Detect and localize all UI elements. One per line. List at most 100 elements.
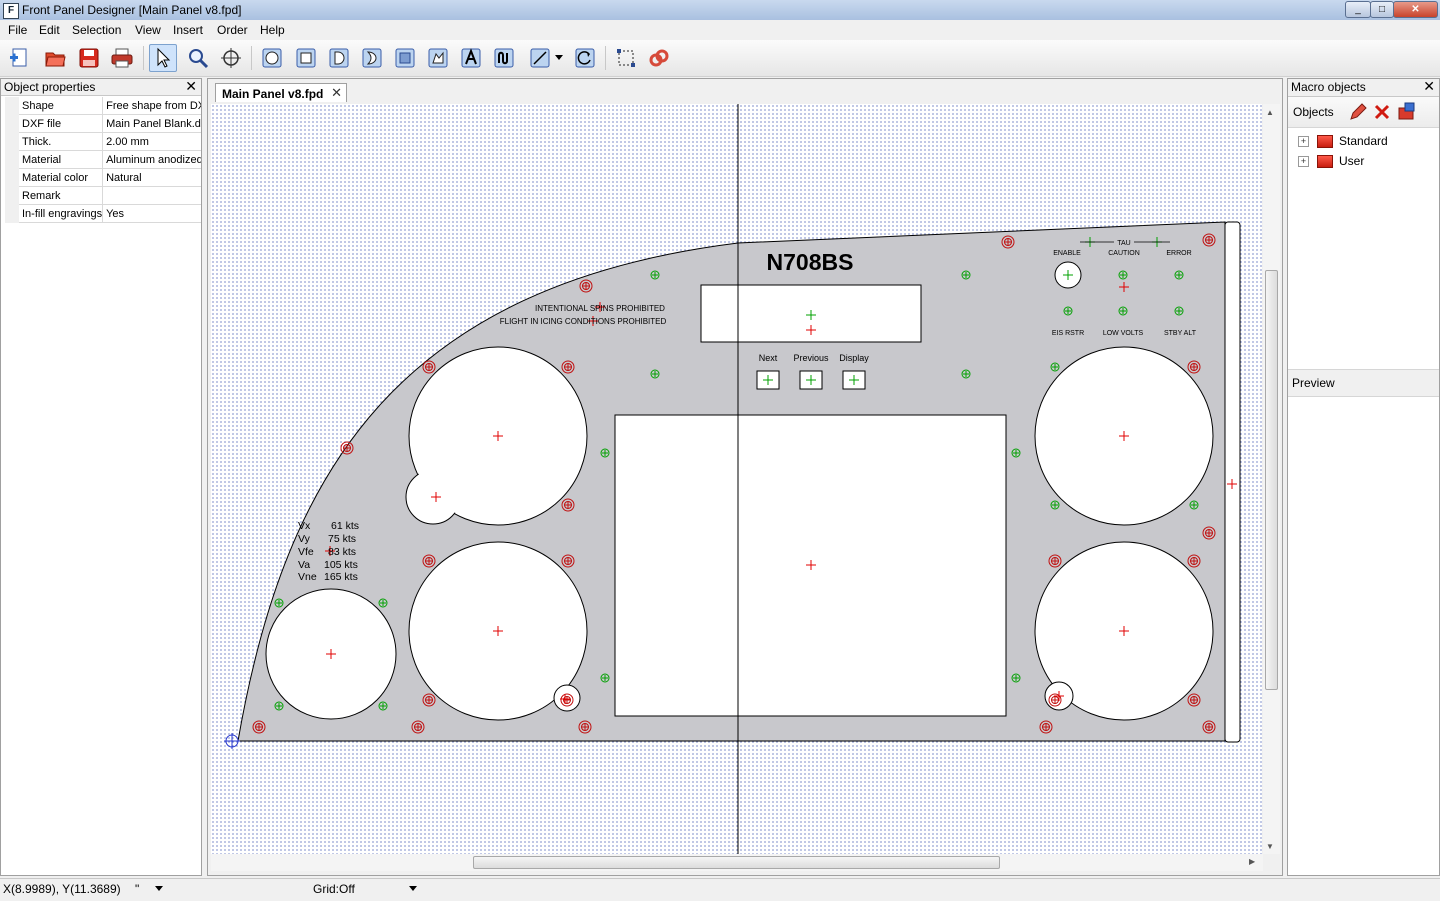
menu-order[interactable]: Order	[217, 23, 248, 37]
mount-marker	[1011, 673, 1021, 683]
tree-item-standard[interactable]: + Standard	[1298, 132, 1388, 150]
expand-icon[interactable]: +	[1298, 155, 1309, 167]
square-pocket-icon[interactable]	[391, 44, 419, 72]
menu-bar: File Edit Selection View Insert Order He…	[0, 20, 1440, 39]
mount-marker	[961, 369, 971, 379]
bounding-box-icon[interactable]	[612, 44, 640, 72]
property-value[interactable]: Natural	[102, 168, 201, 187]
grid-select[interactable]: Grid:Off	[313, 882, 355, 896]
origin-marker	[224, 733, 240, 749]
horizontal-scroll-thumb[interactable]	[473, 856, 1000, 869]
drawing-canvas[interactable]: N708BS INTENTIONAL SPINS PROHIBITED FLIG…	[211, 104, 1262, 854]
speed-value: 61 kts	[331, 520, 359, 532]
add-object-icon[interactable]	[1396, 102, 1416, 125]
d-hole-icon[interactable]	[325, 44, 353, 72]
property-value[interactable]: Yes	[102, 204, 201, 223]
rect-square-hole-icon[interactable]	[292, 44, 320, 72]
close-icon[interactable]: ✕	[331, 85, 342, 101]
speed-value: 165 kts	[324, 571, 358, 583]
scroll-right-icon[interactable]: ▶	[1249, 857, 1255, 866]
double-d-hole-icon[interactable]	[358, 44, 386, 72]
mount-marker	[650, 270, 660, 280]
dropdown-arrow-icon[interactable]	[552, 44, 566, 72]
preview-label: Preview	[1292, 376, 1335, 390]
property-row[interactable]: Thick. 2.00 mm	[5, 132, 201, 151]
print-icon[interactable]	[108, 44, 136, 72]
delete-icon[interactable]	[1372, 102, 1392, 125]
mount-marker	[600, 673, 610, 683]
zoom-icon[interactable]	[184, 44, 212, 72]
scroll-up-icon[interactable]: ▲	[1266, 108, 1274, 117]
warning-text-1: INTENTIONAL SPINS PROHIBITED	[535, 304, 665, 313]
property-value[interactable]: Free shape from DX	[102, 97, 201, 115]
property-value[interactable]: 2.00 mm	[102, 132, 201, 151]
object-properties-panel: Object properties ✕ Shape Free shape from…	[0, 78, 202, 876]
select-arrow-icon[interactable]	[149, 44, 177, 72]
menu-file[interactable]: File	[8, 23, 27, 37]
curve-text-icon[interactable]	[490, 44, 518, 72]
mount-marker	[1174, 270, 1184, 280]
display-label: Display	[839, 353, 869, 363]
edit-pencil-icon[interactable]	[1348, 102, 1368, 125]
status-bar: X(8.9989), Y(11.3689) " Grid:Off	[0, 878, 1440, 901]
grid-dropdown-icon[interactable]	[409, 886, 417, 891]
scroll-down-icon[interactable]: ▼	[1266, 842, 1274, 851]
error-label: ERROR	[1166, 250, 1191, 257]
open-folder-icon[interactable]	[41, 44, 69, 72]
tree-item-user[interactable]: + User	[1298, 152, 1364, 170]
property-value[interactable]	[102, 186, 201, 205]
menu-view[interactable]: View	[135, 23, 161, 37]
save-icon[interactable]	[75, 44, 103, 72]
document-tab[interactable]: Main Panel v8.fpd ✕	[215, 83, 347, 102]
close-icon[interactable]: ✕	[185, 78, 197, 95]
eis-rstr-label: EIS RSTR	[1052, 330, 1084, 337]
property-value[interactable]: Aluminum anodized	[102, 150, 201, 169]
unit-select[interactable]: "	[135, 882, 139, 896]
property-key: In-fill engravings	[5, 204, 104, 223]
crosshair-icon[interactable]	[217, 44, 245, 72]
property-row[interactable]: Shape Free shape from DX	[5, 97, 201, 115]
mount-marker	[378, 701, 388, 711]
rect-round-hole-icon[interactable]	[258, 44, 286, 72]
vertical-scroll-thumb[interactable]	[1265, 270, 1278, 690]
folder-icon	[1317, 154, 1333, 168]
mount-marker	[378, 598, 388, 608]
property-key: Shape	[5, 97, 104, 115]
objects-label: Objects	[1293, 105, 1334, 119]
menu-help[interactable]: Help	[260, 23, 285, 37]
warning-text-2: FLIGHT IN ICING CONDITIONS PROHIBITED	[500, 317, 667, 326]
close-icon[interactable]: ✕	[1423, 78, 1435, 95]
rotate-icon[interactable]	[571, 44, 599, 72]
property-row[interactable]: Material color Natural	[5, 168, 201, 187]
object-properties-title: Object properties	[4, 80, 96, 94]
mount-marker	[1174, 306, 1184, 316]
toolbar	[0, 40, 1440, 77]
property-key: Material	[5, 150, 104, 169]
stby-alt-label: STBY ALT	[1164, 330, 1197, 337]
macro-objects-panel: Macro objects ✕ Objects + Standard + Use…	[1287, 78, 1440, 876]
menu-selection[interactable]: Selection	[72, 23, 121, 37]
property-row[interactable]: Remark	[5, 186, 201, 205]
minimize-button[interactable]: _	[1345, 1, 1371, 18]
property-row[interactable]: In-fill engravings Yes	[5, 204, 201, 223]
menu-insert[interactable]: Insert	[173, 23, 203, 37]
menu-edit[interactable]: Edit	[39, 23, 60, 37]
speed-label: Va	[298, 559, 310, 571]
new-file-icon[interactable]	[6, 44, 34, 72]
free-pocket-icon[interactable]	[424, 44, 452, 72]
previous-label: Previous	[793, 353, 829, 363]
property-row[interactable]: Material Aluminum anodized	[5, 150, 201, 169]
property-row[interactable]: DXF file Main Panel Blank.dx	[5, 114, 201, 133]
caution-label: CAUTION	[1108, 250, 1140, 257]
link-icon[interactable]	[645, 44, 673, 72]
mount-marker	[274, 598, 284, 608]
mount-marker	[650, 369, 660, 379]
property-value[interactable]: Main Panel Blank.dx	[102, 114, 201, 133]
text-engraving-icon[interactable]	[457, 44, 485, 72]
maximize-button[interactable]: □	[1370, 1, 1394, 18]
line-tool-icon[interactable]	[526, 44, 554, 72]
expand-icon[interactable]: +	[1298, 135, 1309, 147]
next-label: Next	[759, 353, 778, 363]
close-button[interactable]: ✕	[1393, 1, 1438, 18]
unit-dropdown-icon[interactable]	[155, 886, 163, 891]
